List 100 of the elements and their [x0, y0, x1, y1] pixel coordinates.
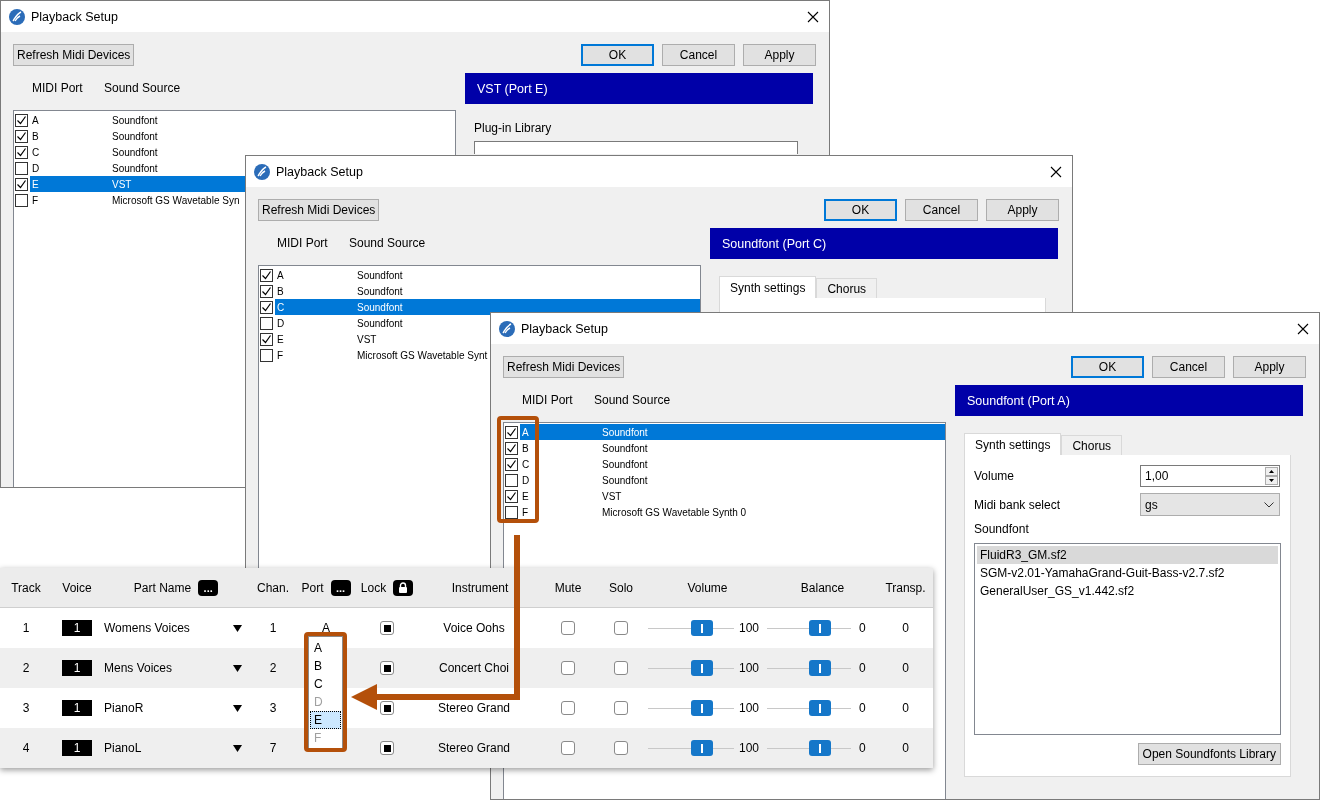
slider-thumb[interactable]	[809, 740, 831, 756]
checkbox[interactable]	[15, 193, 28, 207]
sound-source: VST	[602, 490, 622, 502]
list-row[interactable]: B Soundfont	[30, 128, 455, 144]
lock-checkbox[interactable]	[380, 661, 394, 675]
list-row[interactable]: A Soundfont	[520, 424, 945, 440]
list-row[interactable]: F Microsoft GS Wavetable Synth 0	[520, 504, 945, 520]
checkbox[interactable]	[260, 300, 273, 314]
dropdown-caret-icon[interactable]	[233, 624, 242, 632]
lock-checkbox[interactable]	[380, 701, 394, 715]
list-item[interactable]: GeneralUser_GS_v1.442.sf2	[977, 582, 1278, 600]
sound-source: Microsoft GS Wavetable Synt	[357, 349, 488, 361]
close-icon[interactable]	[807, 10, 819, 23]
field-label: Soundfont	[974, 522, 1030, 536]
column-header: Track	[11, 580, 41, 595]
dialog-button[interactable]: Cancel	[1152, 356, 1225, 378]
checkbox[interactable]	[15, 129, 28, 143]
close-icon[interactable]	[1297, 322, 1309, 335]
column-header: Voice	[62, 580, 92, 595]
table-cell: 100	[739, 741, 760, 755]
checkbox[interactable]	[505, 489, 518, 503]
mute-checkbox[interactable]	[561, 661, 575, 675]
list-item[interactable]: FluidR3_GM.sf2	[977, 546, 1278, 564]
list-row[interactable]: A Soundfont	[275, 267, 700, 283]
checkbox[interactable]	[260, 316, 273, 330]
list-row[interactable]: D Soundfont	[520, 472, 945, 488]
lock-checkbox[interactable]	[380, 741, 394, 755]
voice-number: 1	[62, 700, 92, 716]
lock-icon	[398, 582, 409, 593]
mute-checkbox[interactable]	[561, 741, 575, 755]
slider-thumb[interactable]	[809, 660, 831, 676]
bank-dropdown[interactable]: gs	[1140, 493, 1280, 516]
checkbox[interactable]	[505, 505, 518, 519]
more-button[interactable]: ...	[198, 579, 219, 596]
slider-thumb[interactable]	[809, 620, 831, 636]
checkbox[interactable]	[260, 348, 273, 362]
slider-thumb[interactable]	[691, 700, 713, 716]
list-item[interactable]: SGM-v2.01-YamahaGrand-Guit-Bass-v2.7.sf2	[977, 564, 1278, 582]
port-label: C	[521, 458, 531, 470]
tab[interactable]: Synth settings	[964, 433, 1062, 455]
dialog-button[interactable]: Cancel	[662, 44, 735, 66]
checkbox[interactable]	[505, 473, 518, 487]
slider-thumb[interactable]	[809, 700, 831, 716]
app-icon	[9, 8, 25, 25]
dialog-button[interactable]: Apply	[986, 199, 1059, 221]
mute-checkbox[interactable]	[561, 621, 575, 635]
lock-button[interactable]	[393, 579, 414, 596]
slider-thumb[interactable]	[691, 660, 713, 676]
slider-thumb[interactable]	[691, 740, 713, 756]
solo-checkbox[interactable]	[614, 701, 628, 715]
dialog-button[interactable]: Apply	[1233, 356, 1306, 378]
tab[interactable]: Synth settings	[719, 276, 817, 298]
checkbox[interactable]	[505, 457, 518, 471]
list-row[interactable]: B Soundfont	[520, 440, 945, 456]
checkbox[interactable]	[15, 161, 28, 175]
checkbox[interactable]	[505, 425, 518, 439]
list-row[interactable]: C Soundfont	[275, 299, 700, 315]
list-row[interactable]: A Soundfont	[30, 112, 455, 128]
list-row[interactable]: C Soundfont	[520, 456, 945, 472]
checkbox[interactable]	[15, 113, 28, 127]
checkbox[interactable]	[15, 177, 28, 191]
menu-item[interactable]: A	[310, 639, 341, 657]
list-row[interactable]: B Soundfont	[275, 283, 700, 299]
dialog-button[interactable]: OK	[581, 44, 654, 66]
checkbox[interactable]	[260, 268, 273, 282]
slider-thumb[interactable]	[691, 620, 713, 636]
tab[interactable]: Chorus	[816, 278, 878, 298]
menu-item[interactable]: E	[310, 711, 341, 729]
solo-checkbox[interactable]	[614, 661, 628, 675]
spin-buttons-icon[interactable]	[1265, 467, 1278, 485]
menu-item[interactable]: C	[310, 675, 341, 693]
tab[interactable]: Chorus	[1061, 435, 1123, 455]
open-library-button[interactable]: Open Soundfonts Library	[1137, 743, 1281, 765]
solo-checkbox[interactable]	[614, 741, 628, 755]
refresh-button[interactable]: Refresh Midi Devices	[13, 44, 135, 66]
dropdown-caret-icon[interactable]	[233, 664, 242, 672]
close-icon[interactable]	[1050, 165, 1062, 178]
dialog-button[interactable]: OK	[824, 199, 897, 221]
checkbox[interactable]	[260, 284, 273, 298]
window-title: Playback Setup	[31, 9, 118, 24]
solo-checkbox[interactable]	[614, 621, 628, 635]
library-field[interactable]	[474, 141, 798, 154]
checkbox[interactable]	[260, 332, 273, 346]
refresh-button[interactable]: Refresh Midi Devices	[258, 199, 380, 221]
volume-field[interactable]: 1,00	[1140, 465, 1280, 487]
checkbox[interactable]	[15, 145, 28, 159]
lock-checkbox[interactable]	[380, 621, 394, 635]
refresh-button[interactable]: Refresh Midi Devices	[503, 356, 625, 378]
dialog-button[interactable]: Apply	[743, 44, 816, 66]
checkbox[interactable]	[505, 441, 518, 455]
field-value: gs	[1145, 497, 1158, 512]
port-label: D	[276, 317, 286, 329]
list-row[interactable]: E VST	[520, 488, 945, 504]
mute-checkbox[interactable]	[561, 701, 575, 715]
menu-item[interactable]: B	[310, 657, 341, 675]
dropdown-caret-icon[interactable]	[233, 704, 242, 712]
dropdown-caret-icon[interactable]	[233, 744, 242, 752]
more-button[interactable]: ...	[330, 579, 351, 596]
dialog-button[interactable]: OK	[1071, 356, 1144, 378]
dialog-button[interactable]: Cancel	[905, 199, 978, 221]
